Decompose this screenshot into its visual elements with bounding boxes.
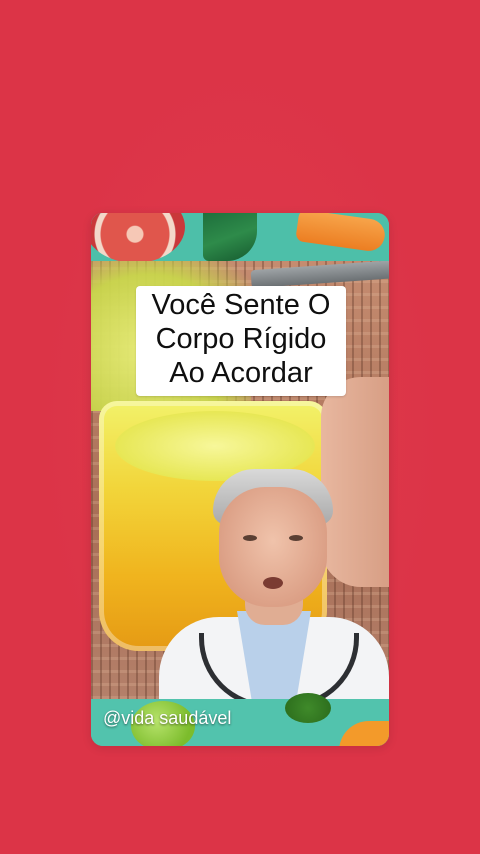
broccoli-icon [285,693,331,723]
carrot-icon [295,213,387,253]
doctor-eye-left [243,535,257,541]
doctor-mouth [263,577,283,589]
top-fruit-banner [91,213,389,263]
doctor-eye-right [289,535,303,541]
cucumber-icon [203,213,257,261]
doctor-presenter [159,457,389,699]
stethoscope-icon [199,633,359,699]
caption-line-2: Corpo Rígido [155,323,327,355]
grapefruit-icon [91,213,185,263]
doctor-face [219,487,327,607]
caption-line-1: Você Sente O [151,289,331,321]
channel-handle[interactable]: @vida saudável [103,707,231,729]
orange-slice-icon [339,721,389,746]
video-caption: Você Sente O Corpo Rígido Ao Acordar [136,286,346,396]
caption-line-3: Ao Acordar [169,357,313,389]
